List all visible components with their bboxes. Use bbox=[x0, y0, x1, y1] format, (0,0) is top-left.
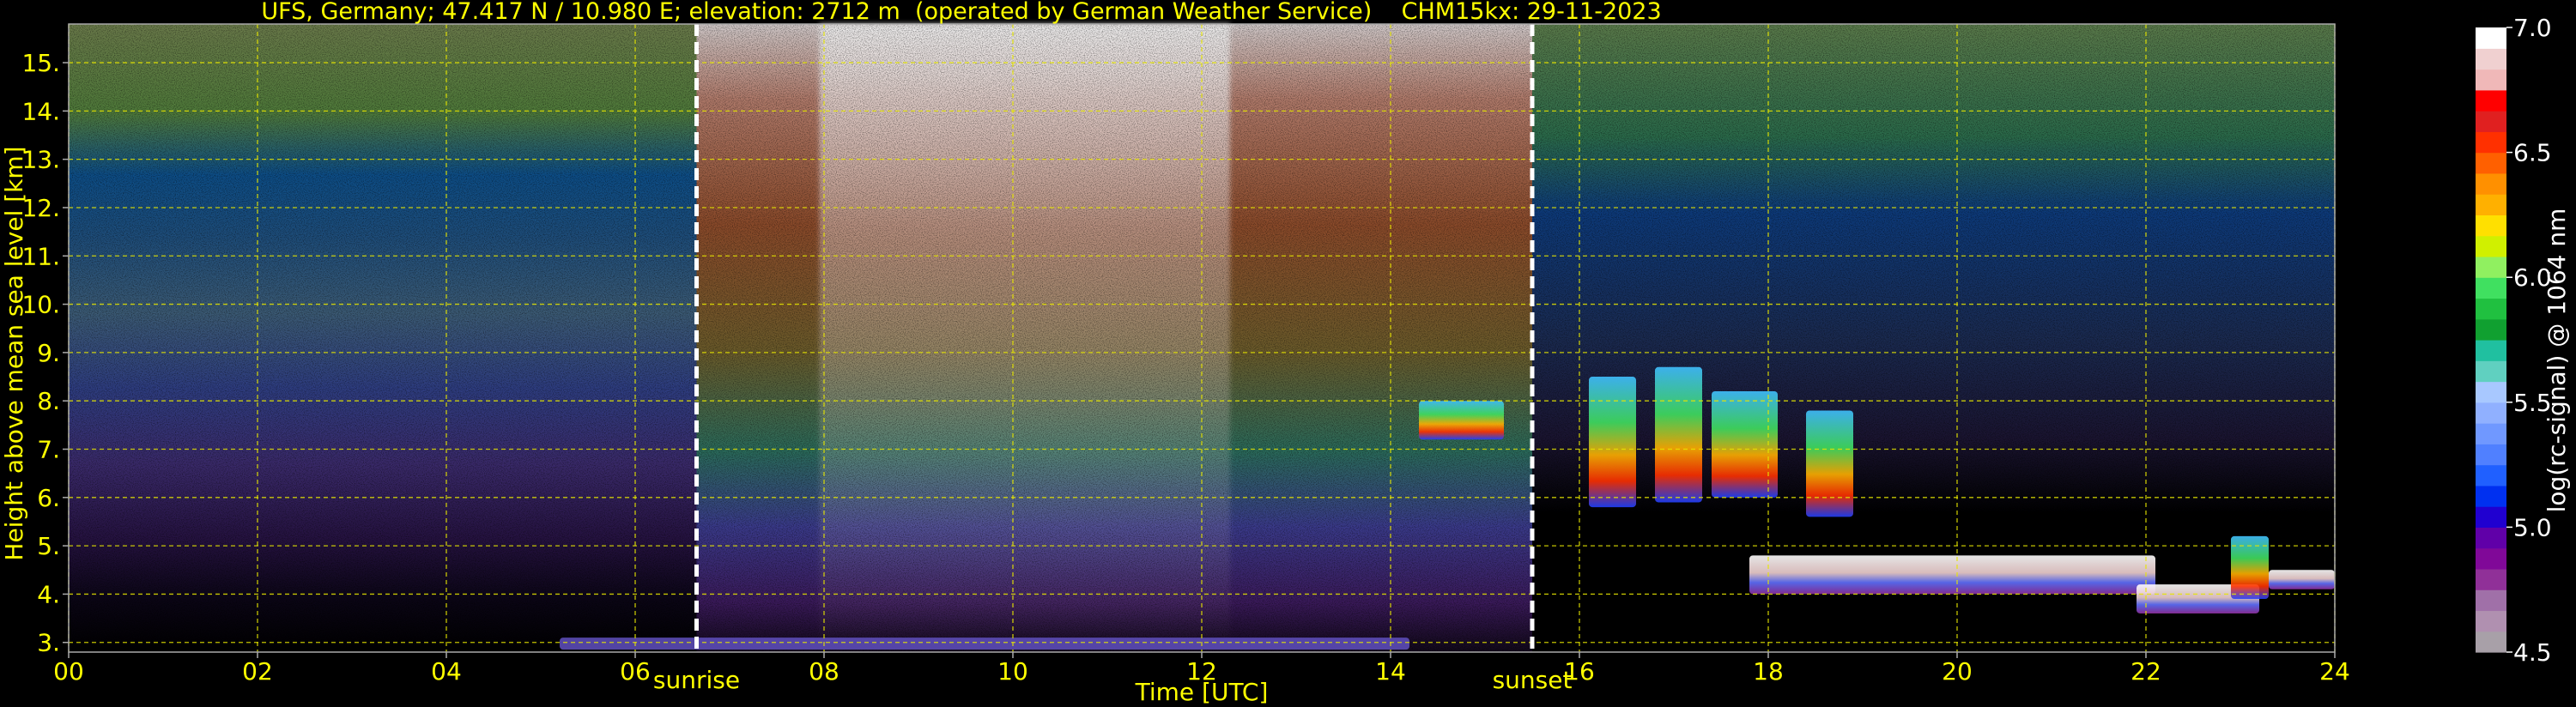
x-tick-label: 00 bbox=[53, 657, 84, 686]
x-tick-label: 14 bbox=[1375, 657, 1406, 686]
feature-cloud-column-a bbox=[1589, 377, 1636, 508]
x-tick-label: 06 bbox=[620, 657, 651, 686]
y-tick-label: 5. bbox=[37, 532, 60, 560]
colorbar-segment bbox=[2476, 152, 2506, 174]
ceilometer-chart: UFS, Germany; 47.417 N / 10.980 E; eleva… bbox=[0, 0, 2571, 706]
colorbar-segment bbox=[2476, 215, 2506, 237]
colorbar-segment bbox=[2476, 298, 2506, 320]
colorbar-segment bbox=[2476, 360, 2506, 383]
marker-label-sunrise: sunrise bbox=[653, 666, 740, 694]
colorbar-segment bbox=[2476, 444, 2506, 466]
colorbar-segment bbox=[2476, 318, 2506, 341]
y-axis-label: Height above mean sea level [km] bbox=[0, 146, 28, 560]
feature-low-cloud-band bbox=[1749, 555, 2155, 595]
feature-cloud-column-d bbox=[1806, 410, 1853, 517]
colorbar-tick-label: 5.0 bbox=[2513, 513, 2552, 541]
x-tick-label: 08 bbox=[809, 657, 839, 686]
x-tick-label: 22 bbox=[2131, 657, 2161, 686]
colorbar-segment bbox=[2476, 402, 2506, 424]
y-axis-ticks: 3.4.5.6.7.8.9.10.11.12.13.14.15. bbox=[21, 49, 69, 657]
colorbar-segment bbox=[2476, 485, 2506, 507]
feature-cloud-patch-a bbox=[1419, 401, 1504, 440]
x-tick-label: 24 bbox=[2319, 657, 2350, 686]
colorbar-tick-label: 7.0 bbox=[2513, 14, 2552, 42]
colorbar-segment bbox=[2476, 547, 2506, 570]
colorbar-segment bbox=[2476, 527, 2506, 549]
colorbar-segment bbox=[2476, 48, 2506, 70]
colorbar-segment bbox=[2476, 235, 2506, 257]
x-tick-label: 10 bbox=[997, 657, 1028, 686]
x-tick-label: 18 bbox=[1753, 657, 1784, 686]
chart-title: UFS, Germany; 47.417 N / 10.980 E; eleva… bbox=[261, 0, 1661, 25]
y-tick-label: 15. bbox=[21, 49, 60, 77]
colorbar-segment bbox=[2476, 423, 2506, 444]
colorbar-segment bbox=[2476, 172, 2506, 195]
marker-label-sunset: sunset bbox=[1493, 666, 1573, 694]
colorbar bbox=[2476, 27, 2506, 653]
colorbar-segment bbox=[2476, 89, 2506, 112]
feature-cloud-column-b bbox=[1655, 366, 1702, 503]
feature-ground-layer bbox=[560, 638, 1409, 650]
colorbar-segment bbox=[2476, 340, 2506, 361]
colorbar-segment bbox=[2476, 69, 2506, 91]
x-tick-label: 04 bbox=[431, 657, 462, 686]
plot-area bbox=[68, 23, 2336, 653]
colorbar-segment bbox=[2476, 381, 2506, 403]
colorbar-segment bbox=[2476, 111, 2506, 132]
colorbar-label: log(rc-signal) @ 1064 nm bbox=[2543, 208, 2571, 513]
colorbar-tick-label: 4.5 bbox=[2513, 638, 2552, 667]
colorbar-tick-label: 6.5 bbox=[2513, 139, 2552, 167]
y-tick-label: 3. bbox=[37, 629, 60, 657]
colorbar-segment bbox=[2476, 568, 2506, 590]
colorbar-segment bbox=[2476, 27, 2506, 49]
y-tick-label: 6. bbox=[37, 484, 60, 512]
colorbar-segment bbox=[2476, 506, 2506, 528]
colorbar-segment bbox=[2476, 277, 2506, 299]
y-tick-label: 8. bbox=[37, 387, 60, 415]
y-tick-label: 7. bbox=[37, 436, 60, 464]
colorbar-segment bbox=[2476, 194, 2506, 215]
feature-cloud-patch-c bbox=[2269, 570, 2335, 589]
colorbar-segment bbox=[2476, 589, 2506, 612]
y-tick-label: 14. bbox=[21, 97, 60, 125]
y-tick-label: 4. bbox=[37, 580, 60, 608]
colorbar-segment bbox=[2476, 256, 2506, 278]
x-axis-label: Time [UTC] bbox=[1135, 678, 1269, 706]
colorbar-segment bbox=[2476, 631, 2506, 653]
colorbar-segment bbox=[2476, 464, 2506, 486]
x-tick-label: 02 bbox=[242, 657, 273, 686]
x-tick-label: 20 bbox=[1942, 657, 1973, 686]
colorbar-segment bbox=[2476, 131, 2506, 154]
colorbar-segment bbox=[2476, 610, 2506, 632]
y-tick-label: 9. bbox=[37, 339, 60, 367]
